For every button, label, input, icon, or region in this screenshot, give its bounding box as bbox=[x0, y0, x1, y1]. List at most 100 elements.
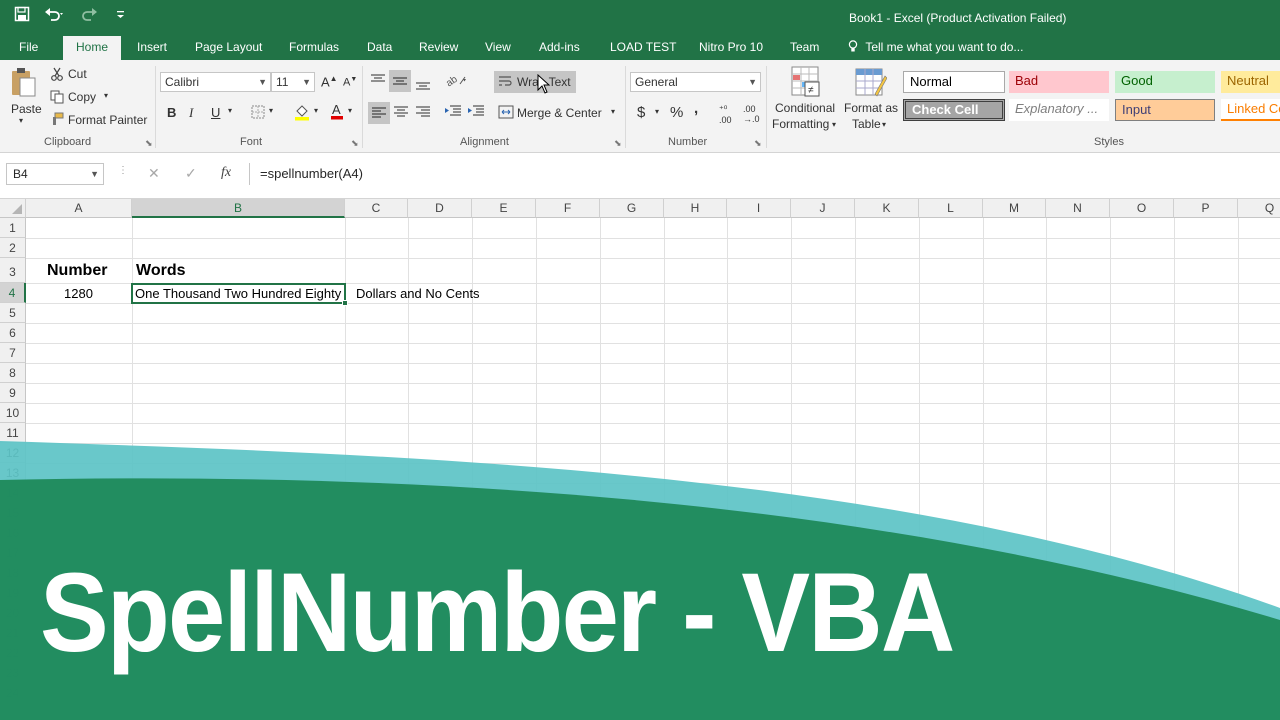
currency-button[interactable]: $ bbox=[637, 104, 645, 121]
decrease-decimal-icon[interactable]: .00 →.0 bbox=[743, 104, 760, 124]
formula-input[interactable]: =spellnumber(A4) bbox=[249, 163, 1280, 185]
cut-icon[interactable] bbox=[50, 67, 64, 85]
row-header[interactable]: 15 bbox=[0, 503, 26, 523]
increase-decimal-icon[interactable]: ⁺⁰ .00 bbox=[719, 104, 732, 125]
comma-button[interactable]: , bbox=[694, 100, 698, 117]
tab-load-test[interactable]: LOAD TEST bbox=[610, 36, 676, 60]
row-header[interactable]: 21 bbox=[0, 623, 26, 643]
row-header[interactable]: 18 bbox=[0, 563, 26, 583]
format-as-table-icon[interactable] bbox=[855, 66, 888, 104]
align-center-icon[interactable] bbox=[393, 105, 409, 123]
row-header[interactable]: 1 bbox=[0, 218, 26, 238]
italic-button[interactable]: I bbox=[189, 105, 193, 121]
insert-function-icon[interactable]: fx bbox=[221, 165, 231, 181]
style-input[interactable]: Input bbox=[1115, 99, 1215, 121]
paste-icon[interactable] bbox=[10, 66, 38, 102]
row-header[interactable]: 22 bbox=[0, 643, 26, 663]
merge-dropdown-icon[interactable]: ▾ bbox=[611, 107, 615, 116]
cell-c4[interactable]: Dollars and No Cents bbox=[356, 286, 480, 301]
style-linked-cell[interactable]: Linked Ce bbox=[1221, 99, 1280, 121]
style-normal[interactable]: Normal bbox=[903, 71, 1005, 93]
save-icon[interactable] bbox=[14, 6, 30, 28]
wrap-text-button[interactable]: Wrap Text bbox=[494, 71, 576, 93]
row-header[interactable]: 5 bbox=[0, 303, 26, 323]
row-header[interactable]: 2 bbox=[0, 238, 26, 258]
column-header-b[interactable]: B bbox=[132, 199, 345, 218]
font-color-icon[interactable]: A bbox=[330, 102, 344, 124]
clipboard-launcher-icon[interactable]: ⬊ bbox=[145, 138, 153, 149]
align-middle-button[interactable] bbox=[389, 70, 411, 92]
drag-handle-icon[interactable]: ⋮ bbox=[118, 165, 128, 176]
increase-indent-icon[interactable] bbox=[467, 104, 485, 122]
fill-handle[interactable] bbox=[342, 300, 348, 306]
row-header[interactable]: 19 bbox=[0, 583, 26, 603]
format-painter-icon[interactable] bbox=[50, 112, 64, 130]
tell-me-box[interactable]: Tell me what you want to do... bbox=[848, 36, 1023, 60]
column-header-a[interactable]: A bbox=[26, 199, 132, 218]
undo-icon[interactable] bbox=[44, 6, 66, 28]
select-all-corner[interactable] bbox=[0, 199, 26, 218]
row-header[interactable]: 11 bbox=[0, 423, 26, 443]
table-label[interactable]: Table bbox=[852, 117, 881, 131]
copy-icon[interactable] bbox=[50, 90, 64, 108]
merge-center-button[interactable]: Merge & Center bbox=[517, 106, 602, 120]
increase-font-icon[interactable]: A▲ bbox=[321, 74, 338, 89]
merge-center-icon[interactable] bbox=[498, 105, 514, 123]
column-header-m[interactable]: M bbox=[983, 199, 1046, 218]
column-header-l[interactable]: L bbox=[919, 199, 983, 218]
redo-icon[interactable] bbox=[80, 6, 102, 28]
number-launcher-icon[interactable]: ⬊ bbox=[754, 138, 762, 149]
decrease-indent-icon[interactable] bbox=[444, 104, 462, 122]
row-header[interactable]: 7 bbox=[0, 343, 26, 363]
row-header[interactable]: 8 bbox=[0, 363, 26, 383]
copy-dropdown-icon[interactable]: ▾ bbox=[104, 91, 108, 100]
tab-file[interactable]: File bbox=[19, 36, 38, 60]
row-header[interactable]: 3 bbox=[0, 258, 26, 283]
style-explanatory[interactable]: Explanatory ... bbox=[1009, 99, 1109, 121]
currency-dropdown-icon[interactable]: ▾ bbox=[655, 107, 659, 116]
tab-add-ins[interactable]: Add-ins bbox=[539, 36, 580, 60]
bold-button[interactable]: B bbox=[167, 105, 176, 120]
font-name-select[interactable]: Calibri ▼ bbox=[160, 72, 271, 92]
decrease-font-icon[interactable]: A▼ bbox=[343, 76, 357, 89]
align-left-button[interactable] bbox=[368, 102, 390, 124]
row-header[interactable]: 16 bbox=[0, 523, 26, 543]
tab-page-layout[interactable]: Page Layout bbox=[195, 36, 262, 60]
tab-data[interactable]: Data bbox=[367, 36, 392, 60]
cell-a3[interactable]: Number bbox=[47, 262, 107, 280]
underline-dropdown-icon[interactable]: ▾ bbox=[228, 106, 232, 115]
column-header-i[interactable]: I bbox=[727, 199, 791, 218]
row-header[interactable]: 17 bbox=[0, 543, 26, 563]
percent-button[interactable]: % bbox=[670, 104, 683, 121]
cell-b3[interactable]: Words bbox=[136, 262, 185, 280]
row-header[interactable]: 9 bbox=[0, 383, 26, 403]
column-header-g[interactable]: G bbox=[600, 199, 664, 218]
style-good[interactable]: Good bbox=[1115, 71, 1215, 93]
row-header[interactable]: 6 bbox=[0, 323, 26, 343]
customize-icon[interactable] bbox=[116, 6, 126, 28]
format-table-dropdown-icon[interactable]: ▾ bbox=[882, 120, 886, 129]
borders-dropdown-icon[interactable]: ▾ bbox=[269, 106, 273, 115]
row-header[interactable]: 20 bbox=[0, 603, 26, 623]
formatting-label[interactable]: Formatting bbox=[772, 117, 829, 131]
name-box[interactable]: B4 ▼ bbox=[6, 163, 104, 185]
column-header-p[interactable]: P bbox=[1174, 199, 1238, 218]
tab-home[interactable]: Home bbox=[63, 36, 122, 60]
tab-review[interactable]: Review bbox=[419, 36, 458, 60]
style-neutral[interactable]: Neutral bbox=[1221, 71, 1280, 93]
paste-dropdown-icon[interactable]: ▾ bbox=[19, 116, 23, 125]
tab-nitro-pro[interactable]: Nitro Pro 10 bbox=[699, 36, 763, 60]
tab-view[interactable]: View bbox=[485, 36, 511, 60]
align-top-icon[interactable] bbox=[370, 73, 386, 91]
conditional-dropdown-icon[interactable]: ▾ bbox=[832, 120, 836, 129]
conditional-formatting-icon[interactable]: ≠ bbox=[791, 66, 821, 104]
style-check-cell[interactable]: Check Cell bbox=[903, 99, 1005, 121]
conditional-formatting-label[interactable]: Conditional bbox=[775, 101, 835, 115]
column-header-n[interactable]: N bbox=[1046, 199, 1110, 218]
tab-formulas[interactable]: Formulas bbox=[289, 36, 339, 60]
alignment-launcher-icon[interactable]: ⬊ bbox=[614, 138, 622, 149]
underline-button[interactable]: U bbox=[211, 105, 220, 120]
align-bottom-icon[interactable] bbox=[415, 78, 431, 96]
font-color-dropdown-icon[interactable]: ▾ bbox=[348, 106, 352, 115]
cut-button[interactable]: Cut bbox=[68, 67, 87, 81]
